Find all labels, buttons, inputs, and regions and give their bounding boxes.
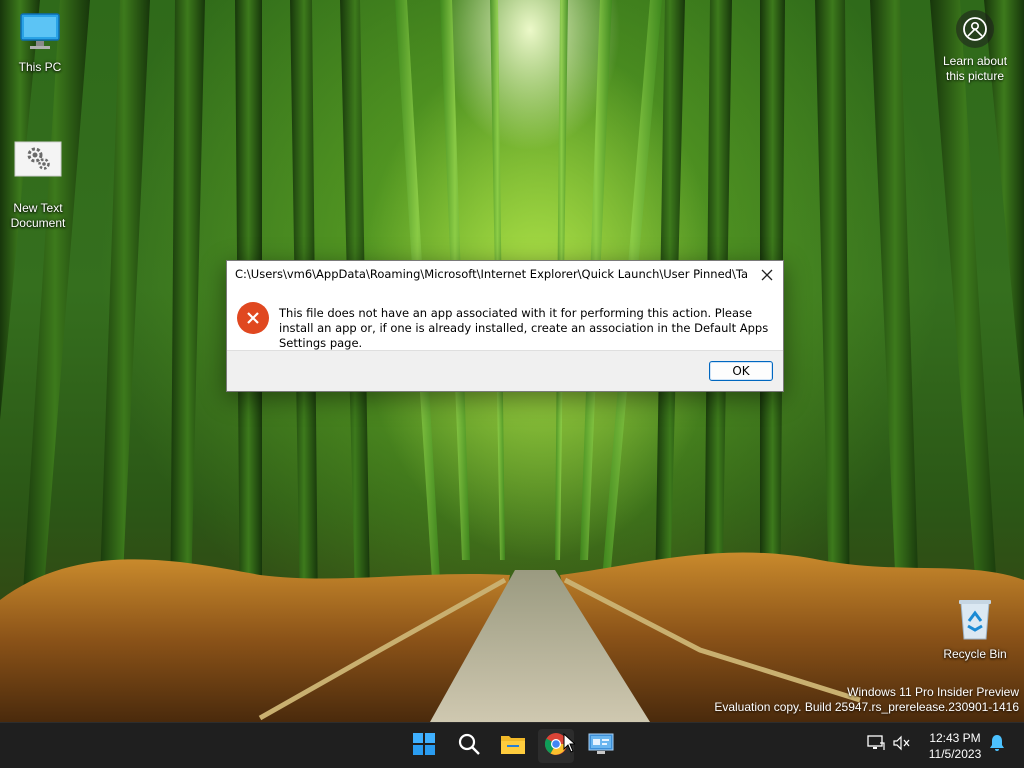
start-button[interactable]	[406, 729, 442, 763]
taskbar: 12:43 PM 11/5/2023	[0, 722, 1024, 768]
notifications-button[interactable]	[987, 734, 1007, 757]
search-icon	[457, 732, 481, 761]
desktop-icon-label: Recycle Bin	[943, 647, 1007, 661]
volume-button[interactable]	[892, 735, 912, 755]
mouse-cursor-icon	[563, 732, 577, 758]
learn-about-picture[interactable]: Learn about this picture	[935, 10, 1015, 84]
watermark-build: Evaluation copy. Build 25947.rs_prerelea…	[714, 700, 1019, 714]
clock-date: 11/5/2023	[928, 747, 982, 761]
learn-about-picture-icon	[956, 10, 994, 48]
desktop-icon-label: This PC	[18, 60, 62, 74]
error-dialog: C:\Users\vm6\AppData\Roaming\Microsoft\I…	[226, 260, 784, 392]
clock-time: 12:43 PM	[929, 731, 981, 745]
windows-start-icon	[412, 732, 436, 761]
system-clock[interactable]: 12:43 PM 11/5/2023	[918, 730, 992, 762]
desktop-icon-new-text-document[interactable]: New Text Document	[0, 110, 76, 231]
error-icon	[237, 302, 269, 334]
file-explorer-button[interactable]	[495, 729, 531, 763]
computer-icon	[2, 10, 78, 58]
recycle-bin-icon	[937, 597, 1013, 645]
volume-muted-icon	[893, 735, 911, 756]
dialog-footer: OK	[227, 350, 783, 391]
learn-about-picture-label: Learn about this picture	[942, 54, 1008, 83]
close-button[interactable]	[757, 265, 777, 285]
desktop-icon-recycle-bin[interactable]: Recycle Bin	[937, 597, 1013, 662]
network-icon	[867, 734, 885, 756]
close-icon	[761, 266, 773, 285]
ok-button[interactable]: OK	[709, 361, 773, 381]
control-panel-icon	[588, 733, 614, 760]
control-panel-button[interactable]	[583, 729, 619, 763]
dialog-message: This file does not have an app associate…	[279, 306, 769, 350]
search-button[interactable]	[451, 729, 487, 763]
network-button[interactable]	[866, 734, 886, 756]
folder-icon	[500, 733, 526, 760]
dialog-title: C:\Users\vm6\AppData\Roaming\Microsoft\I…	[235, 267, 747, 281]
notification-bell-icon	[989, 734, 1005, 757]
settings-document-icon	[0, 125, 76, 184]
desktop-icon-label: New Text Document	[10, 201, 66, 230]
windows-build-watermark: Windows 11 Pro Insider Preview Evaluatio…	[714, 685, 1019, 715]
watermark-edition: Windows 11 Pro Insider Preview	[847, 685, 1019, 699]
desktop-icon-this-pc[interactable]: This PC	[2, 10, 78, 75]
